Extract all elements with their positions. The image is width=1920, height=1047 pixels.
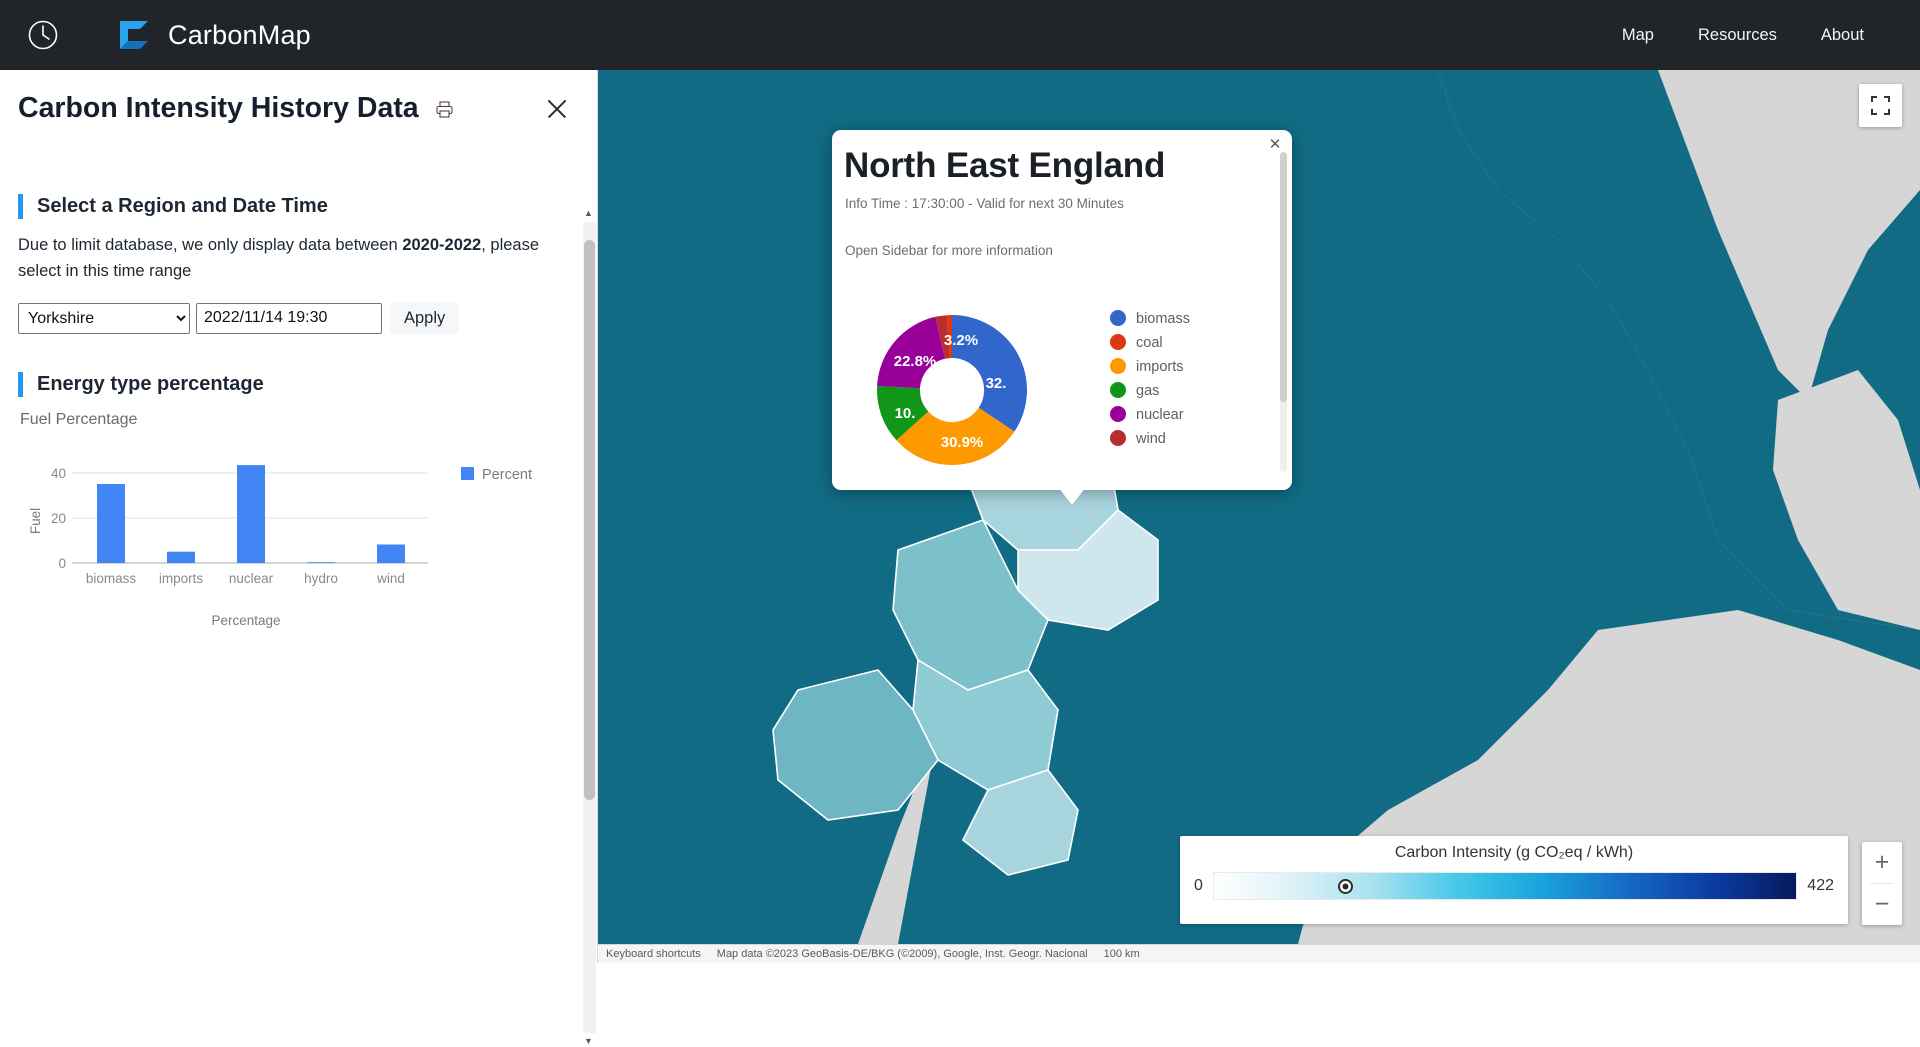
section-header-energy-type: Energy type percentage [18, 372, 560, 398]
legend-label-wind: wind [1135, 431, 1166, 447]
popup-tail [1058, 487, 1086, 505]
popup-hint: Open Sidebar for more information [845, 243, 1053, 258]
bar-nuclear[interactable] [237, 465, 265, 564]
nav-link-about[interactable]: About [1821, 26, 1864, 45]
region-info-popup: ✕ North East England Info Time : 17:30:0… [832, 130, 1292, 490]
scale-min-label: 0 [1194, 877, 1203, 894]
scale-current-value-marker [1337, 879, 1353, 894]
bar-biomass[interactable] [97, 484, 125, 564]
map-attribution: Map data ©2023 GeoBasis-DE/BKG (©2009), … [716, 948, 1088, 960]
legend-swatch-percent [461, 467, 474, 481]
donut-label-gas: 10. [895, 405, 916, 422]
legend-swatch-nuclear [1110, 406, 1126, 422]
y-tick-20: 20 [51, 511, 66, 526]
scale-legend-row: 0 422 [1180, 872, 1848, 900]
bar-hydro[interactable] [307, 562, 335, 564]
legend-label-gas: gas [1136, 383, 1159, 399]
x-tick-hydro: hydro [304, 571, 338, 586]
map-footer: Keyboard shortcuts Map data ©2023 GeoBas… [598, 945, 1920, 963]
popup-subtitle: Info Time : 17:30:00 - Valid for next 30… [845, 196, 1124, 211]
page-title: Carbon Intensity History Data [18, 92, 419, 124]
donut-label-wind: 3.2% [944, 332, 978, 349]
nav-link-map[interactable]: Map [1622, 26, 1654, 45]
date-range-note: Due to limit database, we only display d… [18, 233, 560, 284]
donut-label-nuclear: 22.8% [894, 353, 937, 370]
donut-label-imports: 30.9% [941, 434, 984, 451]
legend-swatch-coal [1110, 334, 1126, 350]
section-title-energy-type: Energy type percentage [37, 373, 264, 396]
top-navbar: CarbonMap Map Resources About [0, 0, 1920, 70]
nav-link-resources[interactable]: Resources [1698, 26, 1777, 45]
note-bold-range: 2020-2022 [402, 236, 482, 254]
x-tick-biomass: biomass [86, 571, 137, 586]
x-tick-nuclear: nuclear [229, 571, 274, 586]
brand[interactable]: CarbonMap [116, 17, 311, 53]
zoom-controls: + − [1862, 842, 1902, 925]
legend-label-percent: Percent [482, 467, 532, 483]
y-tick-0: 0 [58, 556, 66, 571]
sidebar-content: Select a Region and Date Time Due to lim… [0, 156, 578, 963]
nav-links: Map Resources About [1578, 26, 1864, 45]
map-scale-label: 100 km [1103, 948, 1140, 960]
section-title-select-region: Select a Region and Date Time [37, 195, 328, 217]
bar-wind[interactable] [377, 544, 405, 564]
zoom-out-button[interactable]: − [1862, 884, 1902, 925]
donut-label-biomass: 32. [986, 375, 1007, 392]
legend-swatch-biomass [1110, 310, 1126, 326]
fuel-percentage-bar-chart: 40 20 0 Fuel Percentage biomass imports … [18, 443, 578, 678]
scroll-down-arrow[interactable]: ▼ [583, 1036, 594, 1047]
x-axis-title: Percentage [211, 613, 280, 628]
section-accent-bar [18, 372, 23, 398]
legend-swatch-imports [1110, 358, 1126, 374]
scroll-up-arrow[interactable]: ▲ [583, 208, 594, 219]
printer-icon[interactable] [435, 100, 454, 124]
brand-name: CarbonMap [168, 19, 311, 50]
x-tick-imports: imports [159, 571, 204, 586]
region-datetime-controls: Yorkshire Apply [18, 302, 560, 335]
scale-max-label: 422 [1807, 877, 1834, 894]
history-data-sidebar: Carbon Intensity History Data Select a R… [0, 70, 598, 1046]
chart-subtitle: Fuel Percentage [20, 411, 138, 429]
sidebar-scrollbar-thumb[interactable] [584, 240, 595, 800]
legend-label-coal: coal [1136, 335, 1163, 351]
note-prefix: Due to limit database, we only display d… [18, 236, 403, 254]
legend-label-biomass: biomass [1136, 311, 1190, 327]
legend-swatch-wind [1110, 430, 1126, 446]
zoom-in-button[interactable]: + [1862, 842, 1902, 883]
popup-title: North East England [844, 146, 1166, 185]
legend-label-nuclear: nuclear [1136, 407, 1184, 423]
keyboard-shortcuts-link[interactable]: Keyboard shortcuts [606, 948, 701, 960]
scale-legend-title: Carbon Intensity (g CO₂eq / kWh) [1394, 844, 1634, 861]
region-select[interactable]: Yorkshire [18, 302, 190, 334]
y-axis-title: Fuel [28, 508, 43, 534]
datetime-input[interactable] [196, 302, 382, 334]
fullscreen-icon[interactable] [1859, 84, 1902, 127]
section-header-select-region: Select a Region and Date Time [18, 194, 560, 219]
carbonmap-logo-icon [116, 17, 152, 53]
bar-imports[interactable] [167, 551, 195, 564]
fuel-mix-donut-chart: 32. 30.9% 10. 22.8% 3.2% biomass coal im… [842, 298, 1282, 483]
apply-button[interactable]: Apply [390, 302, 460, 335]
section-accent-bar [18, 194, 23, 219]
legend-label-imports: imports [1136, 359, 1184, 375]
carbon-intensity-scale-legend: Carbon Intensity (g CO₂eq / kWh) 0 422 [1180, 836, 1848, 924]
x-tick-wind: wind [376, 571, 405, 586]
scale-gradient-bar[interactable] [1212, 872, 1798, 900]
y-tick-40: 40 [51, 466, 66, 481]
clock-icon[interactable] [22, 14, 64, 56]
sidebar-header: Carbon Intensity History Data [0, 70, 597, 125]
legend-swatch-gas [1110, 382, 1126, 398]
close-icon[interactable] [543, 95, 571, 123]
